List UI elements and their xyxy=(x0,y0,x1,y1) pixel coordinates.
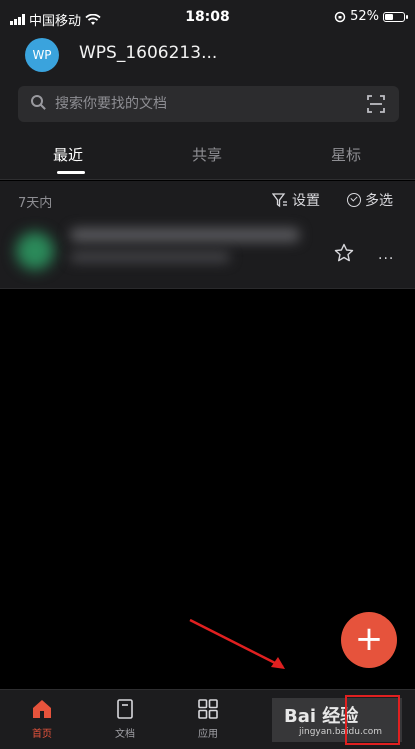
annotation-arrow xyxy=(189,618,285,669)
nav-home-label: 首页 xyxy=(32,729,52,740)
nav-apps[interactable]: 应用 xyxy=(178,698,238,740)
multiselect-button[interactable]: 多选 xyxy=(347,190,393,210)
document-icon xyxy=(117,699,133,719)
highlight-box xyxy=(345,695,400,745)
star-icon[interactable] xyxy=(334,243,354,263)
check-circle-icon xyxy=(347,193,361,207)
battery-icon xyxy=(383,11,408,22)
apps-icon xyxy=(198,699,218,719)
home-icon xyxy=(33,700,51,718)
scan-icon[interactable] xyxy=(367,95,385,113)
settings-button[interactable]: 设置 xyxy=(272,190,320,210)
section-label: 7天内 xyxy=(18,196,53,211)
active-tab-indicator xyxy=(57,171,85,174)
create-button[interactable]: + xyxy=(341,612,397,668)
file-meta-blurred xyxy=(70,252,230,262)
tab-recent[interactable]: 最近 xyxy=(53,144,83,165)
search-icon xyxy=(31,95,43,107)
account-name[interactable]: WPS_1606213... xyxy=(79,43,217,63)
settings-label: 设置 xyxy=(292,193,320,209)
rotation-lock-icon xyxy=(334,11,346,22)
file-title-blurred xyxy=(70,228,300,242)
tab-starred[interactable]: 星标 xyxy=(331,144,361,165)
filter-icon xyxy=(272,193,287,208)
avatar[interactable]: WP xyxy=(25,38,59,72)
nav-apps-label: 应用 xyxy=(198,729,218,740)
more-icon[interactable]: ··· xyxy=(378,251,394,267)
battery-percent: 52% xyxy=(350,9,379,24)
multiselect-label: 多选 xyxy=(365,193,393,209)
status-right: 52% xyxy=(334,9,408,24)
nav-documents-label: 文档 xyxy=(115,729,135,740)
search-input[interactable] xyxy=(55,92,345,116)
file-type-icon xyxy=(16,232,54,270)
nav-documents[interactable]: 文档 xyxy=(95,698,155,740)
tab-shared[interactable]: 共享 xyxy=(192,144,222,165)
nav-home[interactable]: 首页 xyxy=(12,698,72,740)
